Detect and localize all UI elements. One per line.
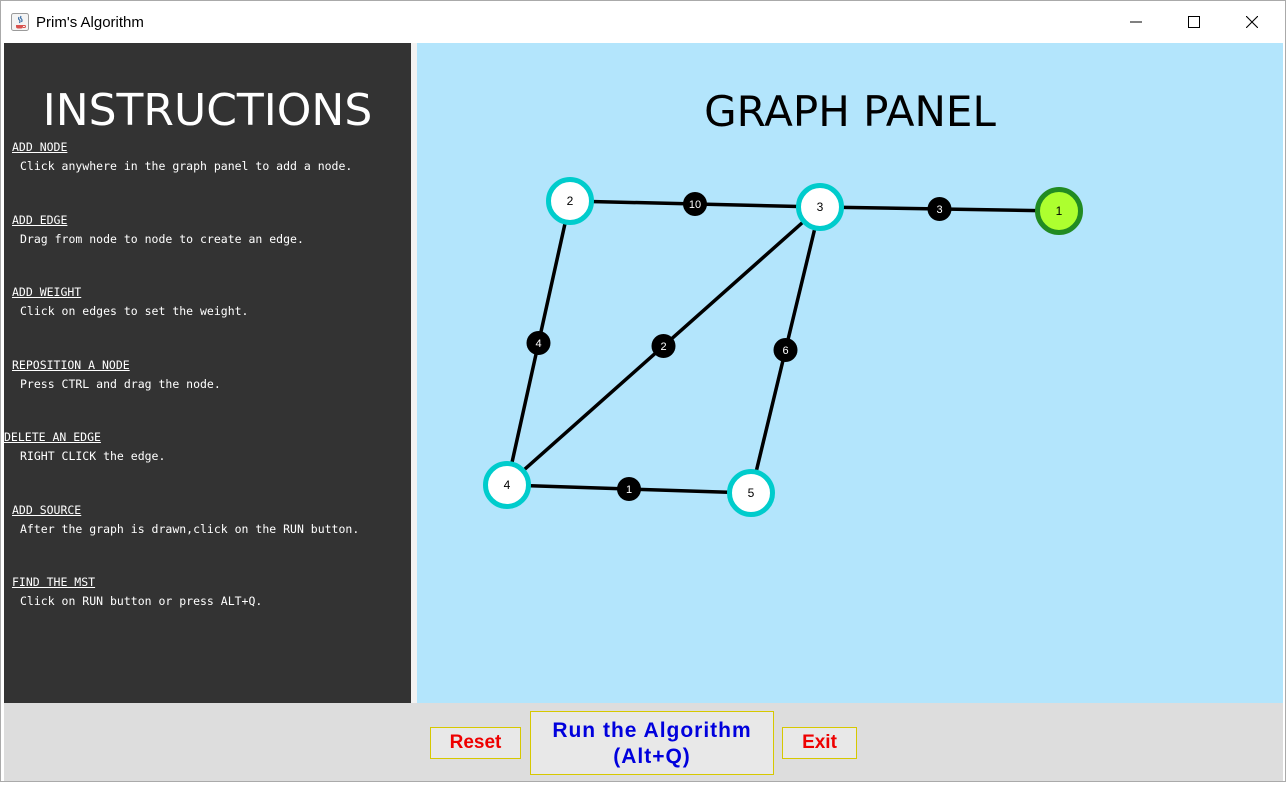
node-label: 4: [504, 478, 511, 492]
button-bar: Reset Run the Algorithm (Alt+Q) Exit: [4, 703, 1283, 781]
instruction-text-add-edge: Drag from node to node to create an edge…: [20, 232, 304, 246]
instruction-text-delete-edge: RIGHT CLICK the edge.: [20, 449, 166, 463]
instruction-heading-add-source: ADD SOURCE: [12, 503, 82, 517]
node-label: 1: [1056, 204, 1063, 218]
close-button[interactable]: [1223, 1, 1281, 43]
maximize-button[interactable]: [1165, 1, 1223, 43]
edge-weight-label: 10: [689, 199, 701, 211]
instruction-heading-add-weight: ADD WEIGHT: [12, 285, 82, 299]
java-app-icon: [11, 13, 29, 31]
instruction-heading-add-edge: ADD EDGE: [12, 213, 68, 227]
node-label: 3: [817, 200, 824, 214]
instruction-heading-add-node: ADD NODE: [12, 140, 68, 154]
instruction-heading-reposition-node: REPOSITION A NODE: [12, 358, 130, 372]
edge-weight-label: 2: [660, 341, 666, 353]
instruction-heading-delete-edge: DELETE AN EDGE: [4, 430, 101, 444]
instructions-title: INSTRUCTIONS: [42, 85, 373, 136]
instruction-text-add-source: After the graph is drawn,click on the RU…: [20, 522, 360, 536]
instruction-text-reposition-node: Press CTRL and drag the node.: [20, 377, 221, 391]
app-window: Prim's Algorithm INSTRUCTIONS ADD NODE C…: [0, 0, 1286, 782]
run-algorithm-button[interactable]: Run the Algorithm (Alt+Q): [530, 711, 774, 775]
node-label: 2: [567, 194, 574, 208]
minimize-button[interactable]: [1107, 1, 1165, 43]
run-button-label: Run the Algorithm: [552, 719, 752, 742]
edge-weight-label: 1: [626, 484, 632, 496]
maximize-icon: [1188, 16, 1200, 28]
edge-weight-label: 4: [535, 338, 541, 350]
node-label: 5: [748, 486, 755, 500]
close-icon: [1246, 16, 1258, 28]
instruction-heading-find-mst: FIND THE MST: [12, 575, 96, 589]
graph-panel[interactable]: GRAPH PANEL 10 3 4 2 6 1 2 3 1 4 5: [417, 43, 1283, 703]
reset-button[interactable]: Reset: [430, 727, 521, 759]
edge-weight-label: 3: [936, 204, 942, 216]
instruction-text-add-weight: Click on edges to set the weight.: [20, 304, 249, 318]
title-bar[interactable]: Prim's Algorithm: [1, 1, 1285, 43]
run-button-shortcut: (Alt+Q): [613, 745, 691, 768]
exit-button[interactable]: Exit: [782, 727, 857, 759]
edge-weight-label: 6: [782, 345, 788, 357]
instruction-text-find-mst: Click on RUN button or press ALT+Q.: [20, 594, 263, 608]
instruction-text-add-node: Click anywhere in the graph panel to add…: [20, 159, 353, 173]
graph-canvas[interactable]: 10 3 4 2 6 1 2 3 1 4 5: [417, 43, 1283, 703]
minimize-icon: [1130, 21, 1142, 23]
instructions-panel: INSTRUCTIONS ADD NODE Click anywhere in …: [4, 43, 411, 703]
window-title: Prim's Algorithm: [36, 14, 144, 31]
